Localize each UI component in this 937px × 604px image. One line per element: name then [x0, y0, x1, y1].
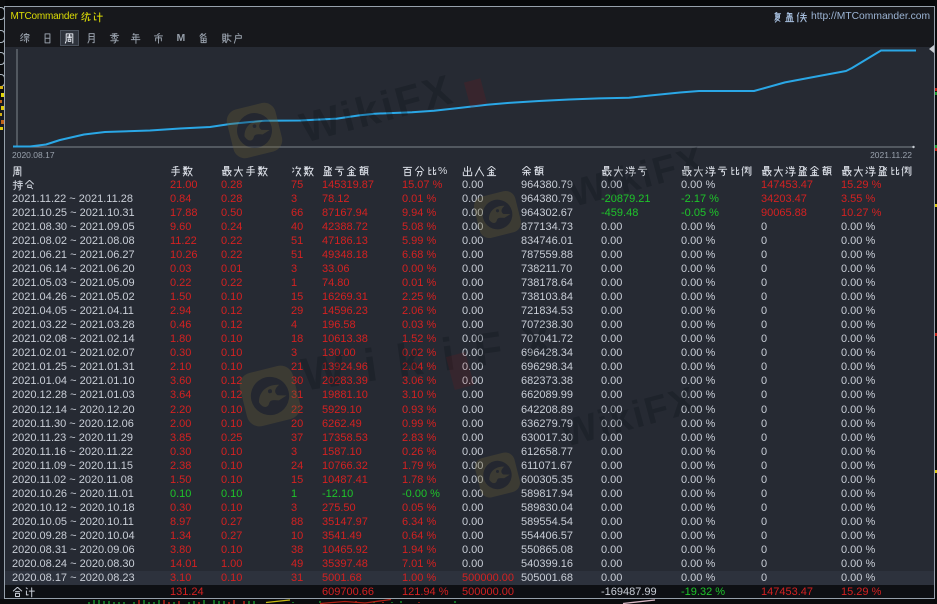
svg-text:2020.08.17: 2020.08.17: [12, 150, 55, 160]
svg-text:2021.11.22: 2021.11.22: [870, 150, 912, 160]
